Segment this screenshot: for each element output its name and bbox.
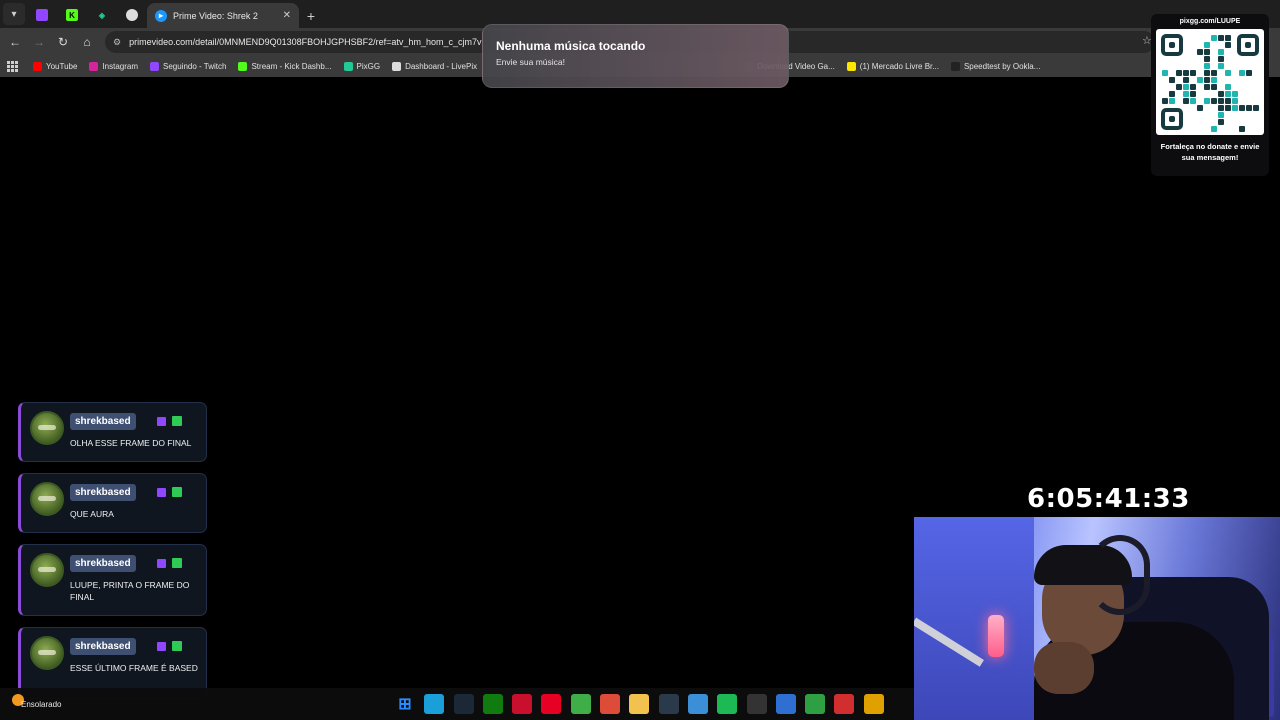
windows-taskbar: Ensolarado ⊞ [0,688,914,720]
app-a-icon[interactable] [512,694,533,714]
tab-title: Prime Video: Shrek 2 [173,10,258,21]
stream-timer: 6:05:41:33 [1027,484,1190,514]
chat-username: shrekbased [70,638,136,655]
pinned-tab-pixgg[interactable]: ◈ [87,2,117,28]
chat-message: shrekbased OLHA ESSE FRAME DO FINAL [18,402,207,462]
chat-text: QUE AURA [70,509,114,519]
media-icon[interactable] [658,694,679,714]
reload-button[interactable]: ↻ [51,30,75,54]
avatar [30,636,64,670]
bookmark-item[interactable]: PixGG [343,62,381,71]
livepix-icon [126,9,138,21]
taskbar-apps: ⊞ [395,694,893,714]
url-text: primevideo.com/detail/0MNMEND9Q01308FBOH… [129,37,482,47]
pixgg-icon: ◈ [98,10,106,20]
donation-message: Fortaleça no donate e envie sua mensagem… [1160,142,1260,162]
kick-badge-icon [172,416,182,426]
chat-username: shrekbased [70,484,136,501]
bookmark-item[interactable]: Dashboard - LivePix [392,62,477,71]
pinned-tab-livepix[interactable] [117,2,147,28]
instagram-icon [89,62,99,71]
speedtest-icon [950,62,960,71]
donation-url: pixgg.com/LUUPE [1179,18,1241,25]
new-tab-button[interactable]: + [299,4,323,28]
kick-icon [238,62,248,71]
bookmark-label: YouTube [46,62,78,71]
livepix-icon [392,62,402,71]
pixgg-icon [343,62,353,71]
windows-start-icon[interactable]: ⊞ [395,694,415,714]
obs-icon[interactable] [746,694,767,714]
webcam-feed [914,517,1280,720]
music-subtitle: Envie sua música! [496,57,565,67]
chat-username: shrekbased [70,413,136,430]
prime-video-icon: ▸ [155,9,167,22]
bookmark-label: PixGG [356,62,381,71]
app-red-icon[interactable] [834,694,855,714]
app-blue-icon[interactable] [775,694,796,714]
twitch-icon [36,9,48,21]
twitch-badge-icon [157,488,166,497]
bookmark-item[interactable]: Speedtest by Ookla... [950,62,1041,71]
edge-icon[interactable] [424,694,445,714]
weather-text: Ensolarado [21,700,62,709]
spotify-icon[interactable] [717,694,738,714]
home-button[interactable]: ⌂ [75,30,99,54]
kick-badge-icon [172,641,182,651]
bookmark-item[interactable]: Instagram [89,62,138,71]
bookmark-label: Seguindo - Twitch [163,62,227,71]
music-widget: Nenhuma música tocando Envie sua música! [482,24,789,88]
chat-text: LUUPE, PRINTA O FRAME DO FINAL [70,580,190,602]
app-b-icon[interactable] [570,694,591,714]
bookmark-item[interactable]: Seguindo - Twitch [150,62,226,71]
chat-message: shrekbased QUE AURA [18,473,207,533]
pinned-tab-twitch[interactable] [27,2,57,28]
avatar [30,553,64,587]
tab-prime-video[interactable]: ▸ Prime Video: Shrek 2 ✕ [147,3,299,28]
steam-icon[interactable] [453,694,474,714]
bookmark-label: Speedtest by Ookla... [963,62,1041,71]
file-explorer-icon[interactable] [629,694,650,714]
chat-username: shrekbased [70,555,136,572]
site-info-icon[interactable]: ⚙ [113,37,121,48]
back-button[interactable]: ← [3,30,27,54]
bookmark-item[interactable]: Stream - Kick Dashb... [238,62,332,71]
bookmark-label: (1) Mercado Livre Br... [859,62,939,71]
xbox-icon[interactable] [482,694,503,714]
music-title: Nenhuma música tocando [496,39,646,53]
pinned-tab-kick[interactable]: K [57,2,87,28]
qr-code-image [1156,29,1264,135]
app-green-icon[interactable] [805,694,826,714]
close-tab-icon[interactable]: ✕ [283,10,291,21]
notepad-icon[interactable] [687,694,708,714]
kick-badge-icon [172,558,182,568]
chat-text: ESSE ÚLTIMO FRAME É BASED [70,663,198,673]
bookmark-label: Instagram [102,62,139,71]
chat-message: shrekbased LUUPE, PRINTA O FRAME DO FINAL [18,544,207,616]
twitch-icon [150,62,160,71]
chat-text: OLHA ESSE FRAME DO FINAL [70,438,192,448]
avatar [30,411,64,445]
bookmark-item[interactable]: YouTube [33,62,77,71]
avatar [30,482,64,516]
chrome-icon[interactable] [600,694,621,714]
twitch-badge-icon [157,417,166,426]
kick-icon: K [66,9,78,21]
kick-badge-icon [172,487,182,497]
pinterest-icon[interactable] [541,694,562,714]
forward-button[interactable]: → [27,30,51,54]
twitch-badge-icon [157,559,166,568]
bookmark-label: Dashboard - LivePix [405,62,478,71]
mercadolivre-icon [846,62,856,71]
youtube-icon [33,62,42,71]
twitch-badge-icon [157,642,166,651]
donation-qr-panel: pixgg.com/LUUPE Fortaleça no donate e en… [1151,14,1269,176]
chrome-active-icon[interactable] [863,694,884,714]
bookmark-item[interactable]: (1) Mercado Livre Br... [846,62,939,71]
tab-search-dropdown-icon[interactable]: ▾ [3,3,25,25]
bookmark-label: Stream - Kick Dashb... [251,62,332,71]
apps-grid-icon[interactable] [7,60,19,73]
